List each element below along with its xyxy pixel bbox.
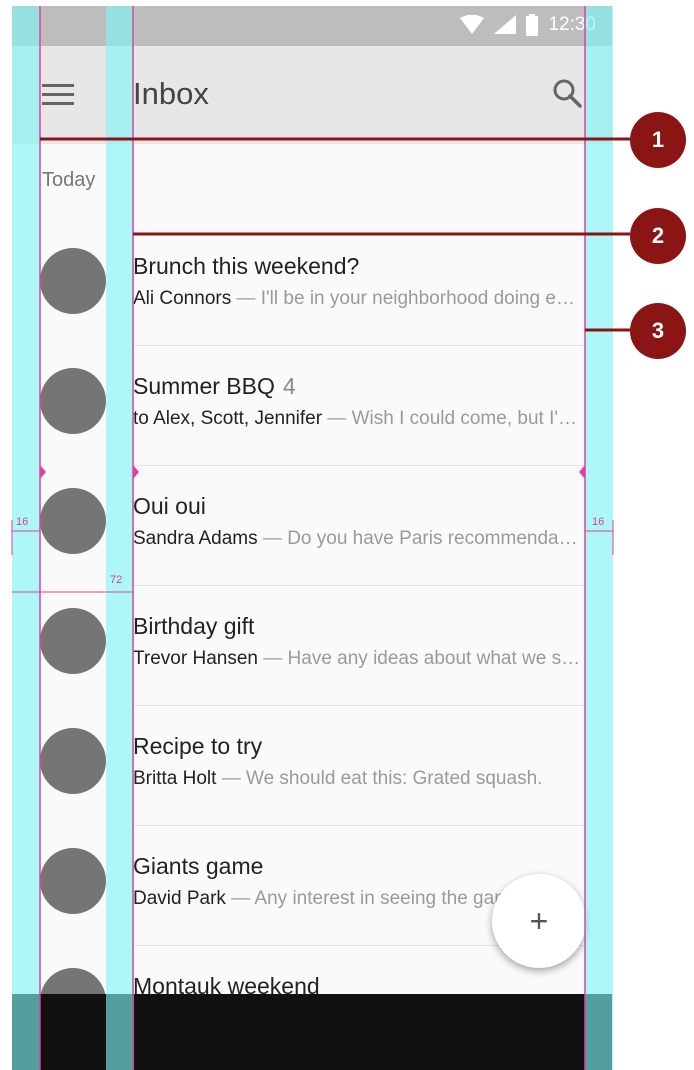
status-bar: 12:30 (12, 6, 612, 46)
sender: Trevor Hansen (133, 648, 258, 669)
sender: to Alex, Scott, Jennifer (133, 408, 323, 429)
system-nav-bar (12, 994, 612, 1070)
list-item[interactable]: Summer BBQ 4 to Alex, Scott, Jennifer — W… (12, 346, 612, 466)
list-item-title: Birthday gift (133, 613, 255, 639)
preview: — Any interest in seeing the game? (225, 888, 532, 909)
sender: Ali Connors (133, 288, 232, 309)
preview: — I'll be in your neighborhood doing err… (236, 288, 581, 309)
keyline-left-label: 16 (16, 516, 29, 528)
list-item-subtitle: Trevor Hansen — Have any ideas about wha… (133, 648, 581, 670)
phone-screen: 12:30 Inbox Today Brunch this weekend? A… (12, 6, 612, 1070)
keyline-content-label: 72 (110, 574, 123, 586)
list-item-subtitle: to Alex, Scott, Jennifer — Wish I could … (133, 408, 581, 430)
list-item[interactable]: Oui oui Sandra Adams — Do you have Paris… (12, 466, 612, 586)
preview: — Wish I could come, but I'm out of town… (327, 408, 581, 429)
avatar (40, 608, 106, 674)
sender: Britta Holt (133, 768, 217, 789)
list-subheader: Today (42, 169, 96, 191)
list-item-subtitle: Sandra Adams — Do you have Paris recomme… (133, 528, 581, 550)
page-title: Inbox (133, 76, 209, 111)
status-icons: 12:30 (460, 14, 596, 36)
list-item[interactable]: Brunch this weekend? Ali Connors — I'll … (12, 226, 612, 346)
callout-badge-2: 2 (630, 208, 686, 264)
callout-badge-1: 1 (630, 112, 686, 168)
menu-icon[interactable] (42, 84, 74, 106)
sender: Sandra Adams (133, 528, 258, 549)
list-item-title: Recipe to try (133, 733, 263, 759)
wifi-icon (460, 15, 485, 34)
preview: — Do you have Paris recommendations? (257, 528, 581, 549)
list-item[interactable]: Birthday gift Trevor Hansen — Have any i… (12, 586, 612, 706)
keyline-right-label: 16 (592, 516, 605, 528)
signal-icon (494, 15, 517, 34)
app-bar: Inbox (12, 46, 612, 144)
list-item[interactable]: Recipe to try Britta Holt — We should ea… (12, 706, 612, 826)
status-time: 12:30 (548, 14, 596, 35)
list-item-subtitle: Britta Holt — We should eat this: Grated… (133, 768, 581, 790)
list-item-title: Oui oui (133, 493, 206, 519)
list-item-subtitle: Ali Connors — I'll be in your neighborho… (133, 288, 581, 310)
list-item-title: Summer BBQ 4 (133, 373, 296, 399)
avatar (40, 488, 106, 554)
battery-icon (526, 14, 539, 36)
compose-fab[interactable]: + (492, 874, 586, 968)
avatar (40, 728, 106, 794)
list-item-title: Giants game (133, 853, 264, 879)
thread-count: 4 (282, 373, 296, 399)
sender: David Park (133, 888, 226, 909)
search-icon[interactable] (552, 78, 582, 108)
avatar (40, 848, 106, 914)
callout-badge-3: 3 (630, 303, 686, 359)
preview: — We should eat this: Grated squash. (216, 768, 543, 789)
avatar (40, 248, 106, 314)
list-item-title: Brunch this weekend? (133, 253, 360, 279)
avatar (40, 368, 106, 434)
preview: — Have any ideas about what we should ge… (263, 648, 581, 669)
